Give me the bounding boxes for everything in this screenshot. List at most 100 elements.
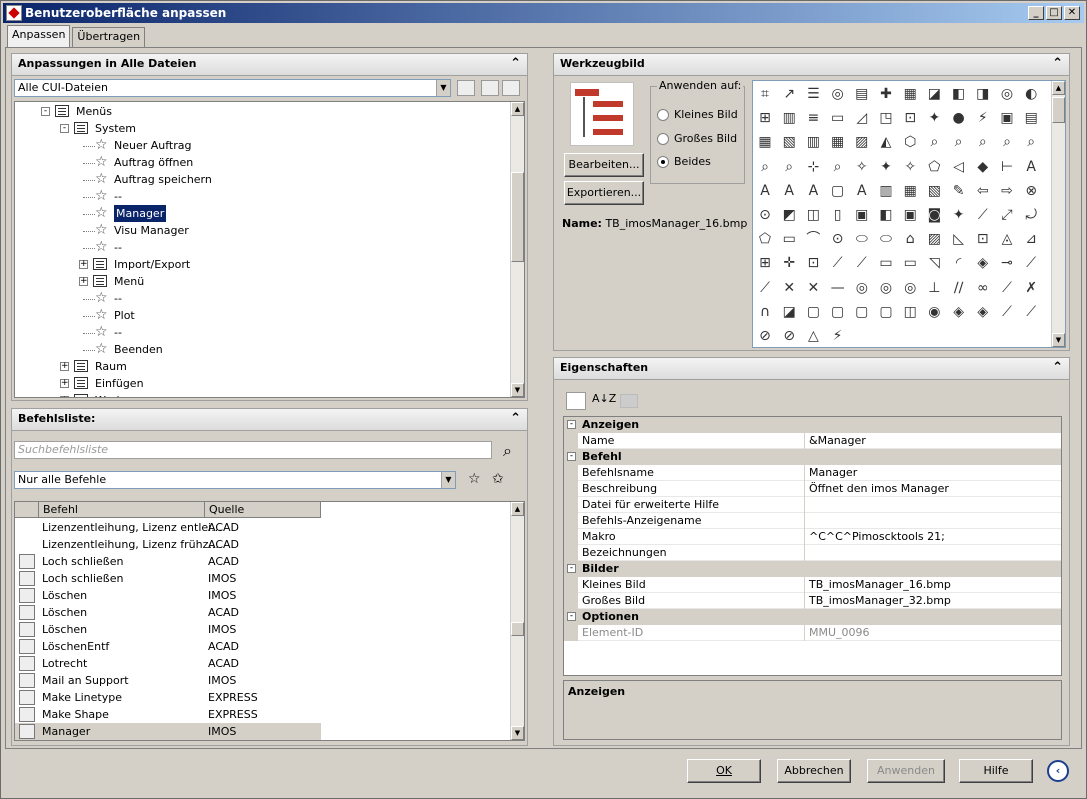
gallery-tool-icon[interactable]: ◳ bbox=[875, 106, 897, 128]
command-row[interactable]: Lizenzentleihung, Lizenz frühz... ACAD bbox=[15, 536, 321, 553]
tree-item[interactable]: ☆ -- bbox=[15, 290, 510, 307]
gallery-tool-icon[interactable]: ⇨ bbox=[996, 179, 1018, 201]
property-row[interactable]: Großes Bild TB_imosManager_32.bmp bbox=[564, 593, 1061, 609]
gallery-tool-icon[interactable]: ⊗ bbox=[1020, 179, 1042, 201]
collapse-category-icon[interactable]: - bbox=[567, 420, 576, 429]
property-value[interactable] bbox=[804, 545, 809, 561]
gallery-tool-icon[interactable]: ◭ bbox=[875, 130, 897, 152]
property-value[interactable]: ^C^C^Pimoscktools 21; bbox=[804, 529, 945, 545]
command-row[interactable]: LöschenEntf ACAD bbox=[15, 638, 321, 655]
gallery-tool-icon[interactable]: ⟋ bbox=[851, 251, 873, 273]
gallery-tool-icon[interactable]: ◹ bbox=[923, 251, 945, 273]
collapse-icon[interactable]: ⌃ bbox=[1052, 57, 1063, 70]
tree-item[interactable]: + Werkzeuge bbox=[15, 392, 510, 397]
gallery-tool-icon[interactable]: ⊘ bbox=[754, 324, 776, 346]
gallery-tool-icon[interactable]: ◐ bbox=[1020, 82, 1042, 104]
radio-beides[interactable] bbox=[657, 156, 669, 168]
collapse-dialog-icon[interactable]: ‹ bbox=[1047, 760, 1069, 782]
property-category[interactable]: - Optionen bbox=[564, 609, 1061, 625]
tree-item[interactable]: ☆ Plot bbox=[15, 307, 510, 324]
gallery-tool-icon[interactable]: ⌕ bbox=[923, 130, 945, 152]
gallery-tool-icon[interactable]: ▭ bbox=[778, 227, 800, 249]
tree-item[interactable]: + Import/Export bbox=[15, 256, 510, 273]
ok-button[interactable]: OK bbox=[687, 759, 761, 783]
gallery-tool-icon[interactable]: ⟋ bbox=[827, 251, 849, 273]
property-category[interactable]: - Befehl bbox=[564, 449, 1061, 465]
gallery-tool-icon[interactable]: ⊡ bbox=[972, 227, 994, 249]
gallery-tool-icon[interactable]: ☰ bbox=[802, 82, 824, 104]
gallery-tool-icon[interactable]: ▯ bbox=[827, 203, 849, 225]
gallery-tool-icon[interactable]: ⌕ bbox=[778, 155, 800, 177]
property-row[interactable]: Beschreibung Öffnet den imos Manager bbox=[564, 481, 1061, 497]
tree-item[interactable]: ☆ -- bbox=[15, 188, 510, 205]
search-icon[interactable]: ⌕ bbox=[503, 441, 512, 461]
tree-item[interactable]: ☆ Neuer Auftrag bbox=[15, 137, 510, 154]
gallery-tool-icon[interactable]: ⊞ bbox=[754, 106, 776, 128]
column-befehl[interactable]: Befehl bbox=[39, 502, 205, 517]
property-value[interactable]: Öffnet den imos Manager bbox=[804, 481, 949, 497]
tree-item[interactable]: - System bbox=[15, 120, 510, 137]
command-search-input[interactable]: Suchbefehlsliste bbox=[14, 441, 492, 459]
gallery-tool-icon[interactable]: ◧ bbox=[875, 203, 897, 225]
gallery-tool-icon[interactable]: ◨ bbox=[972, 82, 994, 104]
gallery-tool-icon[interactable]: ⟋ bbox=[996, 300, 1018, 322]
gallery-tool-icon[interactable]: ⊿ bbox=[1020, 227, 1042, 249]
gallery-tool-icon[interactable]: ✎ bbox=[948, 179, 970, 201]
tree-item[interactable]: + Menü bbox=[15, 273, 510, 290]
gallery-tool-icon[interactable]: ⊡ bbox=[802, 251, 824, 273]
gallery-tool-icon[interactable]: ◈ bbox=[948, 300, 970, 322]
property-row[interactable]: Kleines Bild TB_imosManager_16.bmp bbox=[564, 577, 1061, 593]
gallery-tool-icon[interactable]: ∕∕ bbox=[948, 276, 970, 298]
gallery-tool-icon[interactable]: ⊙ bbox=[827, 227, 849, 249]
cancel-button[interactable]: Abbrechen bbox=[777, 759, 851, 783]
gallery-tool-icon[interactable]: ▨ bbox=[923, 227, 945, 249]
gallery-tool-icon[interactable]: ▨ bbox=[851, 130, 873, 152]
gallery-tool-icon[interactable]: ◎ bbox=[899, 276, 921, 298]
gallery-tool-icon[interactable]: ✛ bbox=[778, 251, 800, 273]
tab-anpassen[interactable]: Anpassen bbox=[7, 25, 71, 47]
gallery-tool-icon[interactable]: ⌕ bbox=[948, 130, 970, 152]
command-row[interactable]: Loch schließen ACAD bbox=[15, 553, 321, 570]
column-quelle[interactable]: Quelle bbox=[205, 502, 321, 517]
sort-az-icon[interactable]: A↓Z bbox=[592, 392, 616, 405]
gallery-tool-icon[interactable]: ▤ bbox=[1020, 106, 1042, 128]
gallery-tool-icon[interactable]: ◈ bbox=[972, 251, 994, 273]
gallery-tool-icon[interactable]: ▥ bbox=[778, 106, 800, 128]
gallery-tool-icon[interactable]: ◁ bbox=[948, 155, 970, 177]
gallery-tool-icon[interactable]: ⇦ bbox=[972, 179, 994, 201]
property-value[interactable]: Manager bbox=[804, 465, 857, 481]
gallery-tool-icon[interactable]: ⟋ bbox=[1020, 300, 1042, 322]
gallery-tool-icon[interactable]: ▧ bbox=[778, 130, 800, 152]
collapse-category-icon[interactable]: - bbox=[567, 452, 576, 461]
gallery-tool-icon[interactable]: ◬ bbox=[996, 227, 1018, 249]
gallery-tool-icon[interactable]: ✧ bbox=[851, 155, 873, 177]
gallery-tool-icon[interactable]: ◎ bbox=[827, 82, 849, 104]
gallery-tool-icon[interactable]: ▢ bbox=[827, 179, 849, 201]
gallery-tool-icon[interactable]: ✕ bbox=[802, 276, 824, 298]
gallery-tool-icon[interactable]: ∩ bbox=[754, 300, 776, 322]
export-button[interactable]: Exportieren... bbox=[564, 181, 644, 205]
scroll-up-icon[interactable]: ▲ bbox=[511, 502, 524, 516]
gallery-tool-icon[interactable]: ⌕ bbox=[827, 155, 849, 177]
property-value[interactable]: MMU_0096 bbox=[804, 625, 870, 641]
gallery-tool-icon[interactable]: ⊡ bbox=[899, 106, 921, 128]
gallery-tool-icon[interactable]: ▦ bbox=[899, 82, 921, 104]
gallery-tool-icon[interactable]: ⟋ bbox=[1020, 251, 1042, 273]
property-value[interactable]: TB_imosManager_32.bmp bbox=[804, 593, 951, 609]
command-row[interactable]: Make Linetype EXPRESS bbox=[15, 689, 321, 706]
gallery-tool-icon[interactable]: ✦ bbox=[923, 106, 945, 128]
open-file-icon[interactable] bbox=[457, 80, 475, 96]
tree-item[interactable]: ☆ Beenden bbox=[15, 341, 510, 358]
gallery-tool-icon[interactable]: ▢ bbox=[802, 300, 824, 322]
gallery-tool-icon[interactable]: ⬭ bbox=[851, 227, 873, 249]
command-list-scrollbar[interactable]: ▲ ▼ bbox=[510, 502, 524, 740]
gallery-tool-icon[interactable]: ⊸ bbox=[996, 251, 1018, 273]
command-row[interactable]: Loch schließen IMOS bbox=[15, 570, 321, 587]
edit-button[interactable]: Bearbeiten... bbox=[564, 153, 644, 177]
gallery-tool-icon[interactable]: ⚡ bbox=[827, 324, 849, 346]
expand-icon[interactable]: + bbox=[79, 260, 88, 269]
gallery-tool-icon[interactable]: ▭ bbox=[827, 106, 849, 128]
gallery-tool-icon[interactable]: ⌒ bbox=[802, 227, 824, 249]
collapse-tree-icon[interactable]: - bbox=[60, 124, 69, 133]
gallery-tool-icon[interactable]: A bbox=[851, 179, 873, 201]
